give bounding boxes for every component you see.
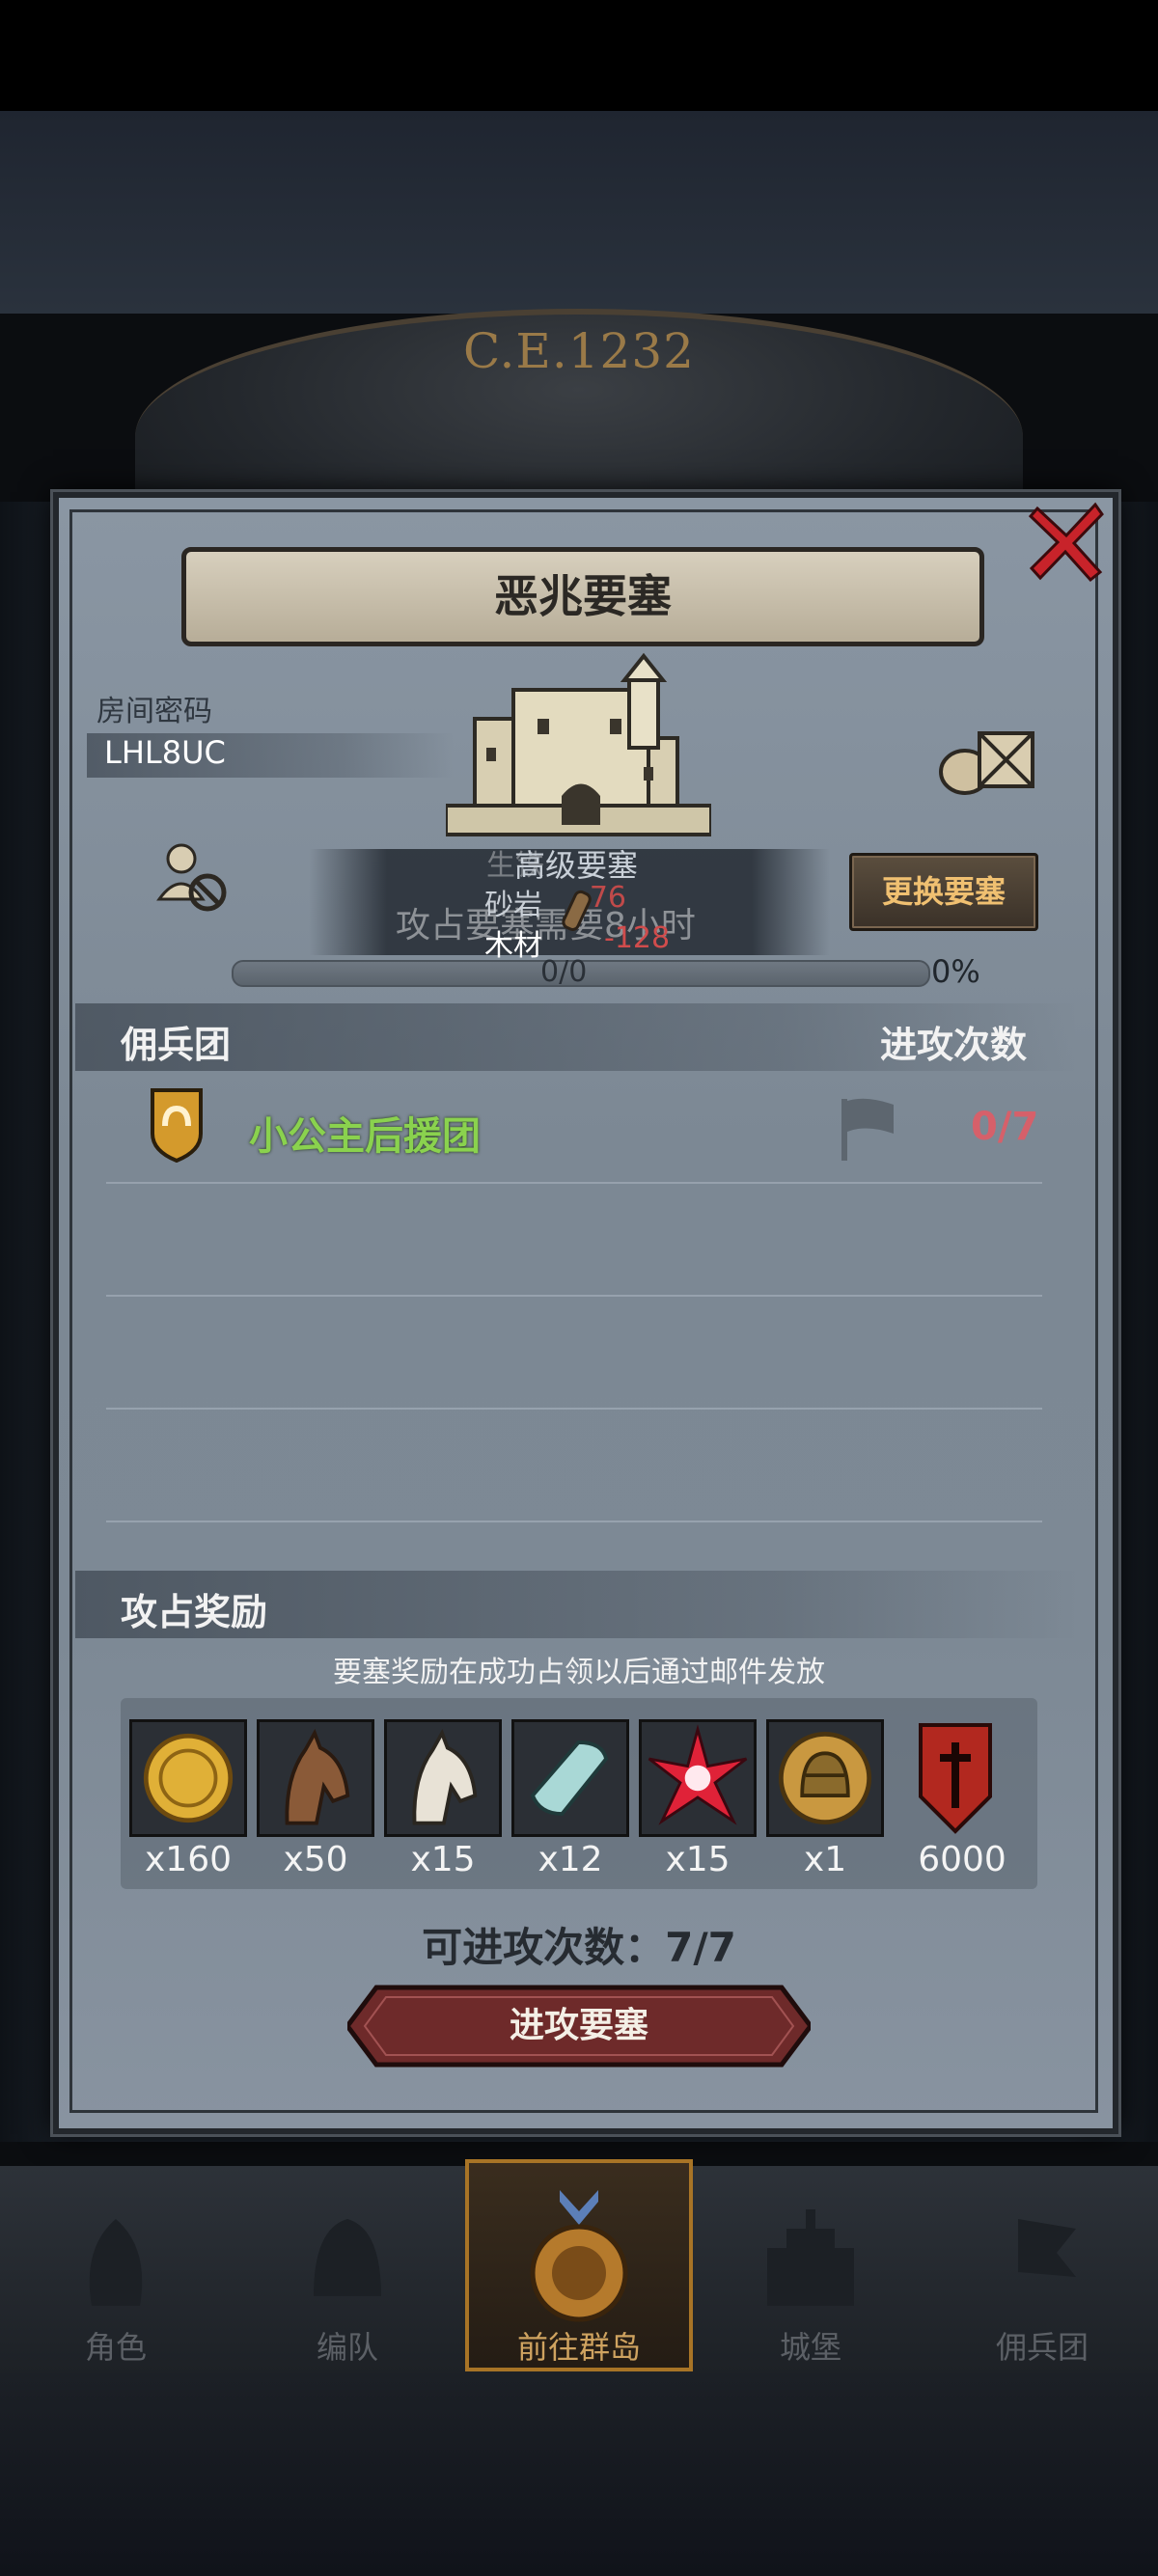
nav-label: 编队 — [316, 2329, 378, 2366]
resource-sandstone-label: 砂岩 — [484, 889, 542, 922]
white-horse-icon[interactable] — [384, 1719, 502, 1837]
resource-wood-label: 木材 — [484, 929, 542, 963]
mercenary-name[interactable]: 小公主后援团 — [249, 1105, 481, 1161]
mercenary-header: 佣兵团 — [121, 1024, 232, 1066]
reward-qty: x1 — [803, 1840, 847, 1879]
row-divider — [106, 1182, 1042, 1184]
cloth-roll-icon[interactable] — [511, 1719, 629, 1837]
reward-qty: x15 — [665, 1840, 731, 1879]
era-label: C.E.1232 — [462, 323, 695, 379]
knight-helmet-coin-icon[interactable] — [766, 1719, 884, 1837]
status-bar — [0, 0, 1158, 111]
row-divider — [106, 1408, 1042, 1410]
reward-qty: x50 — [283, 1840, 348, 1879]
reward-header: 攻占奖励 — [121, 1591, 268, 1633]
attack-fortress-label[interactable]: 进攻要塞 — [347, 1984, 811, 2069]
progress-count: 0/0 — [540, 955, 588, 989]
fortress-icon — [446, 652, 711, 836]
user-blocked-icon[interactable] — [154, 839, 232, 917]
gold-coin-icon[interactable] — [129, 1719, 247, 1837]
reward-qty: 6000 — [918, 1840, 1006, 1879]
wood-log-icon — [562, 890, 592, 931]
compass-icon — [530, 2190, 628, 2322]
shield-icon — [151, 1088, 203, 1163]
room-code-label: 房间密码 — [96, 695, 212, 728]
reward-qty: x12 — [538, 1840, 603, 1879]
mercenary-row[interactable] — [75, 1076, 1079, 1182]
nav-label: 角色 — [84, 2329, 147, 2366]
close-icon[interactable] — [1023, 497, 1110, 584]
nav-label: 前往群岛 — [516, 2329, 641, 2366]
row-divider — [106, 1521, 1042, 1522]
mercenary-attack-count: 0/7 — [971, 1105, 1039, 1149]
room-code[interactable]: LHL8UC — [104, 734, 226, 771]
nav-label: 佣兵团 — [995, 2329, 1089, 2366]
resource-wood-value: -128 — [604, 921, 671, 955]
reward-qty: x160 — [144, 1840, 233, 1879]
supply-bag-icon[interactable] — [936, 719, 1037, 796]
remaining-attacks: 可进攻次数：7/7 — [422, 1924, 736, 1971]
reward-note: 要塞奖励在成功占领以后通过邮件发放 — [333, 1656, 825, 1689]
change-fortress-label[interactable]: 更换要塞 — [849, 853, 1038, 931]
nav-label: 城堡 — [779, 2329, 841, 2366]
brown-horse-icon[interactable] — [257, 1719, 374, 1837]
fortress-level: 高级要塞 — [514, 847, 639, 884]
knight-icon — [89, 2219, 143, 2306]
banner-icon — [1018, 2219, 1076, 2306]
reward-qty: x15 — [410, 1840, 476, 1879]
red-banner-icon[interactable] — [907, 1719, 1004, 1837]
bottom-area — [0, 2373, 1158, 2576]
dialog-title: 恶兆要塞 — [494, 570, 672, 622]
flag-icon — [841, 1098, 894, 1161]
progress-percent: 0% — [931, 953, 980, 990]
helmet-icon — [314, 2219, 381, 2296]
red-star-icon[interactable] — [639, 1719, 757, 1837]
castle-icon — [767, 2209, 854, 2306]
background-scene — [0, 111, 1158, 314]
row-divider — [106, 1295, 1042, 1297]
attack-count-header: 进攻次数 — [880, 1024, 1028, 1066]
